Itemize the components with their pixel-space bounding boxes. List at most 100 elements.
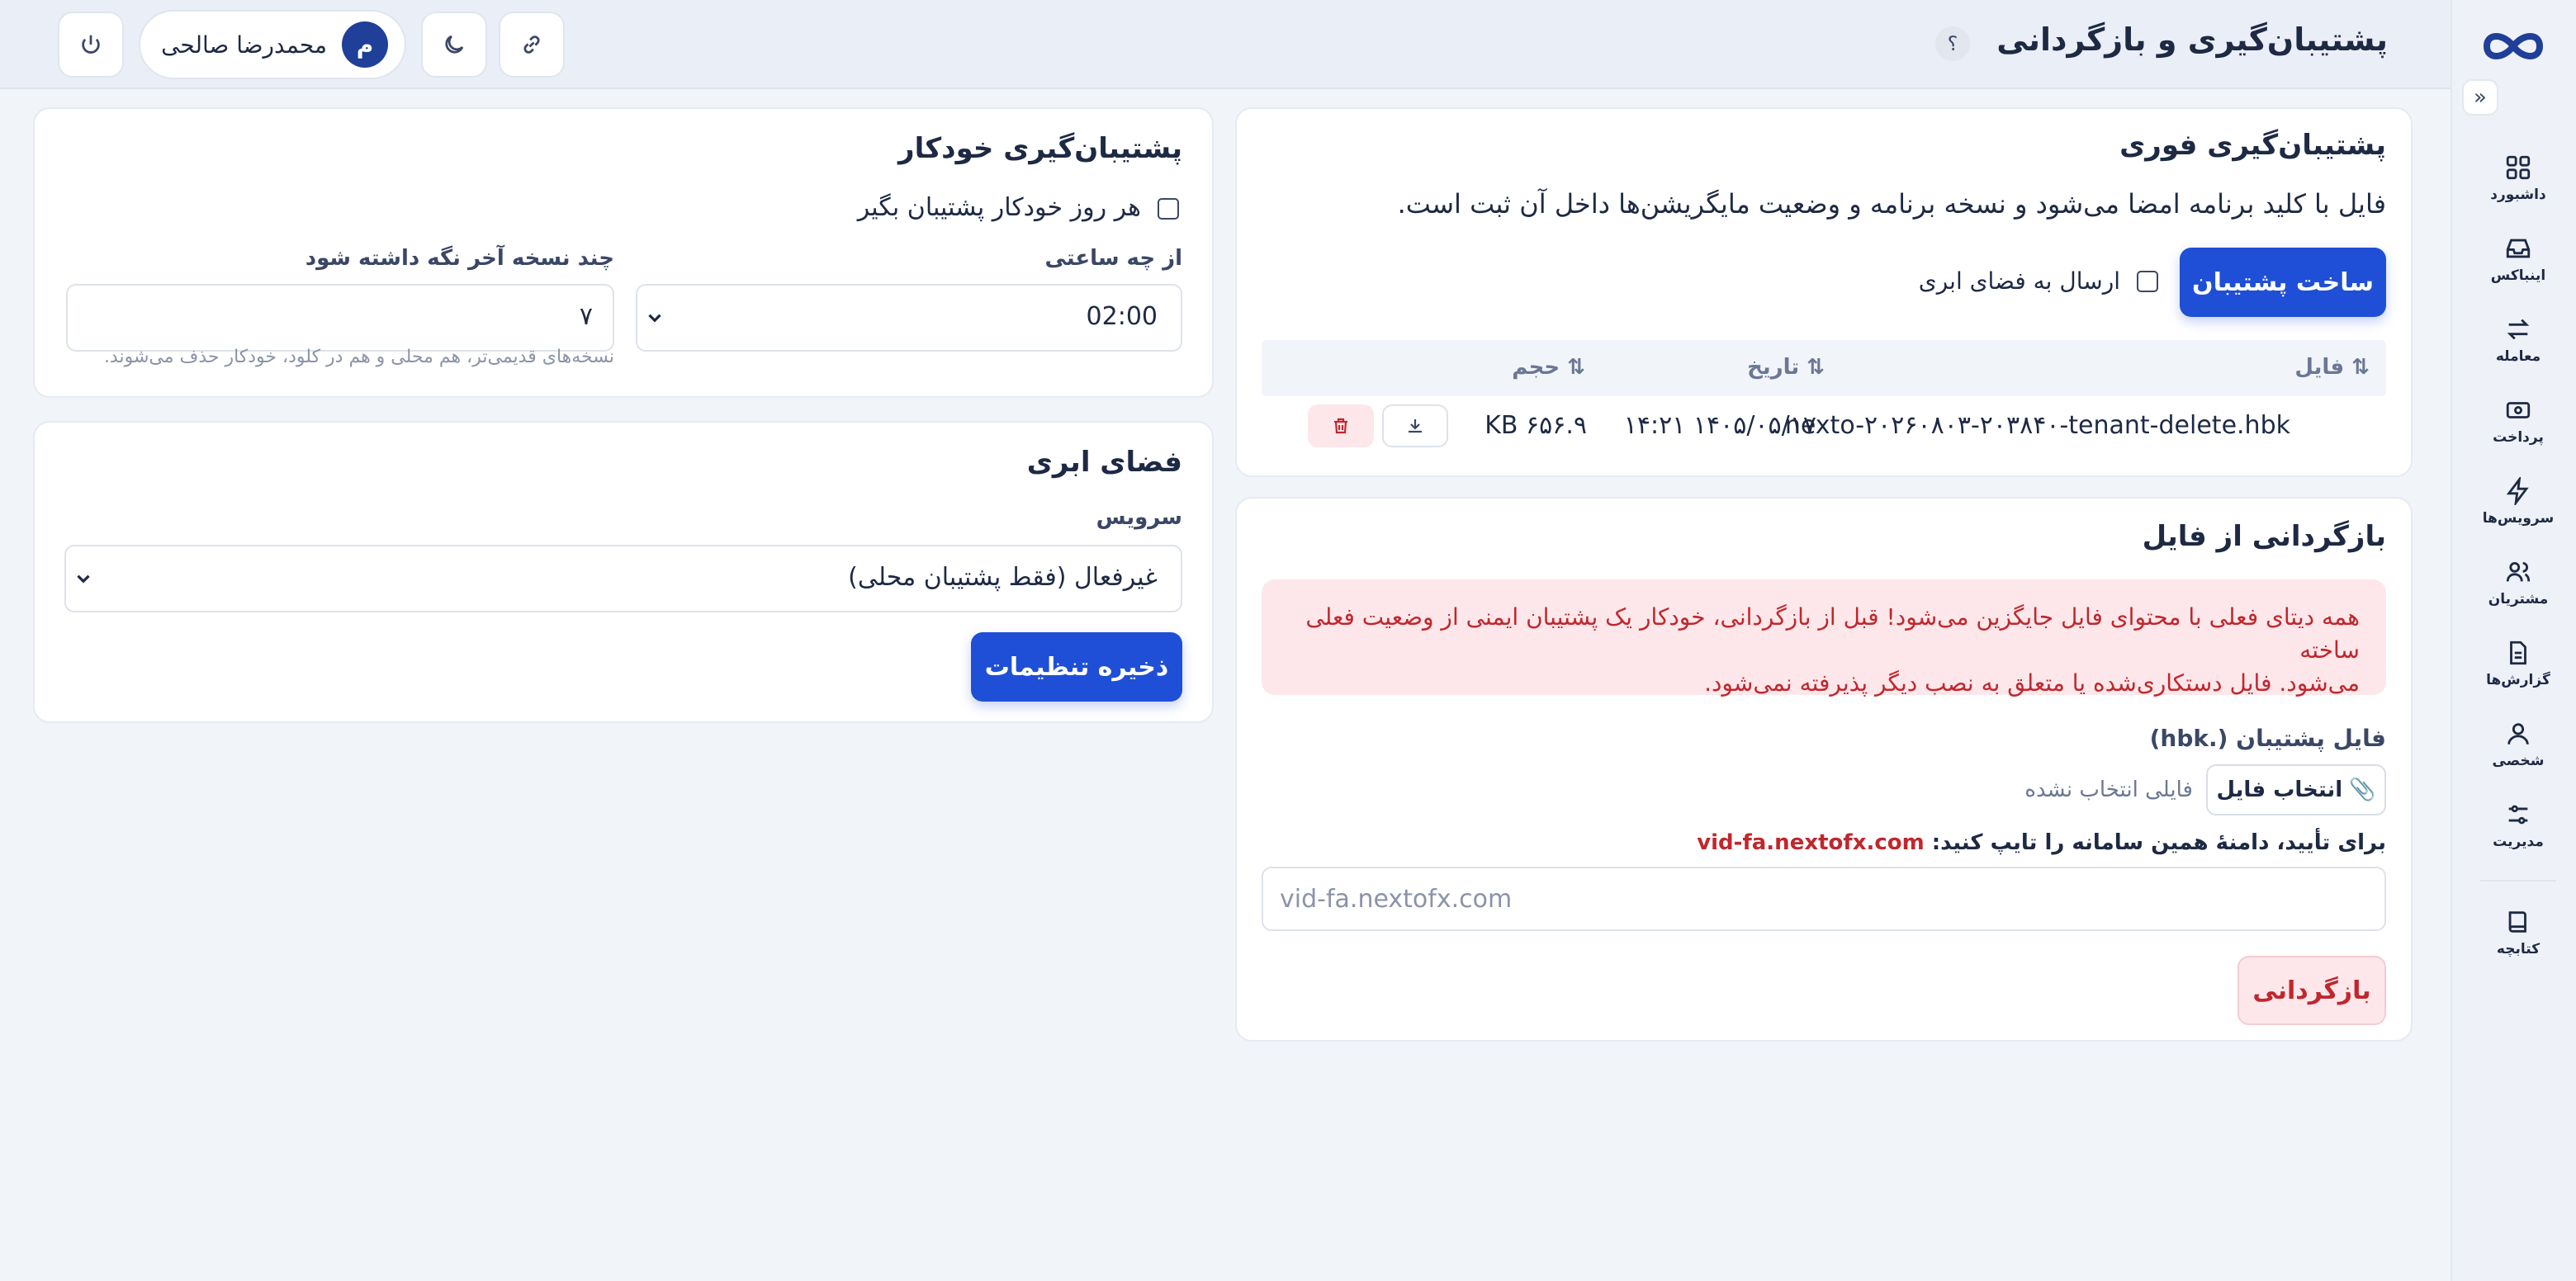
daily-backup-checkbox[interactable] [1158, 198, 1179, 220]
logout-button[interactable] [58, 12, 124, 78]
instant-backup-card: پشتیبان‌گیری فوری فایل با کلید برنامه ام… [1235, 107, 2413, 477]
confirm-domain: vid-fa.nextofx.com [1697, 830, 1925, 855]
sidebar-nav: داشبورد اینباکس معامله پرداخت سرویس‌ها م… [2460, 145, 2576, 981]
auto-backup-card: پشتیبان‌گیری خودکار هر روز خودکار پشتیبا… [33, 107, 1214, 398]
keep-count-label: چند نسخه آخر نگه داشته شود [305, 246, 614, 271]
sidebar-item-customers[interactable]: مشتریان [2460, 550, 2576, 631]
warning-text-line-2: می‌شود. فایل دستکاری‌شده یا متعلق به نصب… [1704, 669, 2360, 697]
auto-backup-title: پشتیبان‌گیری خودکار [898, 132, 1182, 165]
dashboard-icon [2506, 155, 2531, 180]
column-header-date[interactable]: ⇅ تاریخ [1747, 355, 1825, 380]
report-icon [2510, 640, 2526, 665]
warning-text-line-1: همه دیتای فعلی با محتوای فایل جایگزین می… [1305, 603, 2360, 664]
backup-file-label: فایل پشتیبان (.hbk) [2149, 725, 2386, 752]
chevrons-right-icon: » [2474, 85, 2487, 110]
sidebar-item-label: اینباکس [2490, 267, 2546, 284]
trade-icon [2507, 319, 2530, 340]
chevron-down-icon [648, 314, 661, 323]
avatar: م [342, 21, 388, 68]
table-row: nexto-۲۰۲۶۰۸۰۳-۲۰۳۸۴۰-tenant-delete.hbk … [1262, 398, 2386, 456]
sidebar-item-label: مدیریت [2493, 834, 2544, 850]
sidebar-item-reports[interactable]: گزارش‌ها [2460, 631, 2576, 711]
choose-file-button[interactable]: 📎 انتخاب فایل [2206, 764, 2386, 815]
chevron-down-icon [77, 574, 90, 584]
user-name: محمدرضا صالحی [161, 31, 327, 59]
daily-backup-label: هر روز خودکار پشتیبان بگیر [857, 193, 1141, 222]
sidebar-item-label: سرویس‌ها [2482, 510, 2555, 527]
top-header: پشتیبان‌گیری و بازگردانی ؟ محمدرضا صالحی… [0, 0, 2451, 89]
no-file-selected-text: فایلی انتخاب نشده [2024, 778, 2193, 802]
cloud-storage-card: فضای ابری سرویس غیرفعال (فقط پشتیبان محل… [33, 421, 1214, 723]
logo-icon[interactable] [2480, 25, 2546, 68]
users-icon [2506, 561, 2531, 582]
sidebar: » داشبورد اینباکس معامله پرداخت سرویس‌ها… [2451, 0, 2576, 1281]
cloud-upload-label: ارسال به فضای ابری [1918, 267, 2120, 295]
help-icon[interactable]: ؟ [1935, 26, 1970, 61]
backup-size: ۶۵۶.۹ KB [1485, 411, 1587, 440]
sidebar-item-label: کتابچه [2496, 941, 2540, 957]
download-backup-button[interactable] [1382, 404, 1448, 447]
create-backup-button[interactable]: ساخت پشتیبان [2180, 248, 2386, 317]
sidebar-item-label: گزارش‌ها [2486, 672, 2550, 688]
sidebar-item-payment[interactable]: پرداخت [2460, 388, 2576, 469]
backups-table-header: ⇅ فایل ⇅ تاریخ ⇅ حجم [1262, 340, 2386, 396]
cloud-storage-title: فضای ابری [1026, 446, 1182, 479]
cloud-upload-checkbox[interactable] [2137, 271, 2158, 292]
sidebar-item-label: پرداخت [2493, 429, 2544, 446]
trash-icon [1334, 418, 1347, 434]
link-button[interactable] [499, 12, 565, 78]
theme-toggle-button[interactable] [421, 12, 487, 78]
download-icon [1409, 419, 1422, 433]
sliders-icon [2508, 805, 2528, 825]
restore-button[interactable]: بازگردانی [2237, 956, 2386, 1025]
sidebar-item-label: داشبورد [2490, 187, 2546, 203]
paperclip-icon: 📎 [2349, 778, 2376, 802]
save-settings-button[interactable]: ذخیره تنظیمات [971, 632, 1182, 702]
moon-icon [445, 35, 464, 54]
sidebar-item-handbook[interactable]: کتابچه [2460, 900, 2576, 981]
instant-backup-description: فایل با کلید برنامه امضا می‌شود و نسخه ب… [1397, 188, 2386, 220]
sidebar-item-label: معامله [2495, 348, 2541, 365]
choose-file-label: انتخاب فایل [2216, 778, 2343, 802]
sidebar-item-label: مشتریان [2488, 591, 2549, 607]
backup-time-label: از چه ساعتی [1044, 246, 1183, 271]
restore-title: بازگردانی از فایل [2142, 520, 2386, 553]
restore-warning-alert: همه دیتای فعلی با محتوای فایل جایگزین می… [1262, 579, 2386, 697]
restore-card: بازگردانی از فایل همه دیتای فعلی با محتو… [1235, 497, 2413, 1042]
power-icon [82, 35, 100, 54]
sidebar-item-services[interactable]: سرویس‌ها [2460, 469, 2576, 550]
delete-backup-button[interactable] [1308, 404, 1374, 447]
sidebar-item-inbox[interactable]: اینباکس [2460, 226, 2576, 307]
payment-icon [2506, 402, 2531, 418]
backup-date: ۱۴۰۵/۰۵/۱۷ ۱۴:۲۱ [1623, 411, 1816, 440]
keep-count-input[interactable]: ۷ [66, 284, 614, 352]
collapse-sidebar-button[interactable]: » [2462, 79, 2498, 116]
backup-file-name: nexto-۲۰۲۶۰۸۰۳-۲۰۳۸۴۰-tenant-delete.hbk [1784, 411, 2290, 440]
sidebar-divider [2480, 880, 2556, 882]
sidebar-item-trade[interactable]: معامله [2460, 307, 2576, 388]
inbox-icon [2506, 239, 2531, 258]
keep-count-hint: نسخه‌های قدیمی‌تر، هم محلی و هم در کلود،… [103, 347, 614, 367]
keep-count-value: ۷ [579, 302, 593, 331]
confirm-prompt: برای تأیید، دامنهٔ همین سامانه را تایپ ک… [1697, 830, 2386, 855]
link-icon [523, 35, 540, 54]
page-title: پشتیبان‌گیری و بازگردانی [1996, 21, 2388, 58]
sidebar-item-label: شخصی [2492, 753, 2545, 769]
cloud-service-select[interactable]: غیرفعال (فقط پشتیبان محلی) [64, 545, 1182, 612]
backup-time-value: 02:00 [1086, 302, 1158, 331]
confirm-prompt-text: برای تأیید، دامنهٔ همین سامانه را تایپ ک… [1931, 830, 2386, 855]
confirm-domain-input[interactable] [1262, 867, 2386, 931]
service-label: سرویس [1096, 505, 1182, 530]
lightning-icon [2506, 477, 2529, 505]
column-header-size[interactable]: ⇅ حجم [1512, 355, 1585, 380]
user-menu[interactable]: محمدرضا صالحی م [139, 10, 406, 79]
cloud-service-value: غیرفعال (فقط پشتیبان محلی) [848, 563, 1158, 592]
column-header-file[interactable]: ⇅ فایل [2294, 355, 2370, 380]
sidebar-item-management[interactable]: مدیریت [2460, 792, 2576, 873]
book-icon [2508, 911, 2526, 933]
sidebar-item-dashboard[interactable]: داشبورد [2460, 145, 2576, 226]
user-icon [2507, 723, 2529, 744]
sidebar-item-personal[interactable]: شخصی [2460, 711, 2576, 792]
backup-time-select[interactable]: 02:00 [636, 284, 1182, 352]
instant-backup-title: پشتیبان‌گیری فوری [2119, 129, 2386, 162]
